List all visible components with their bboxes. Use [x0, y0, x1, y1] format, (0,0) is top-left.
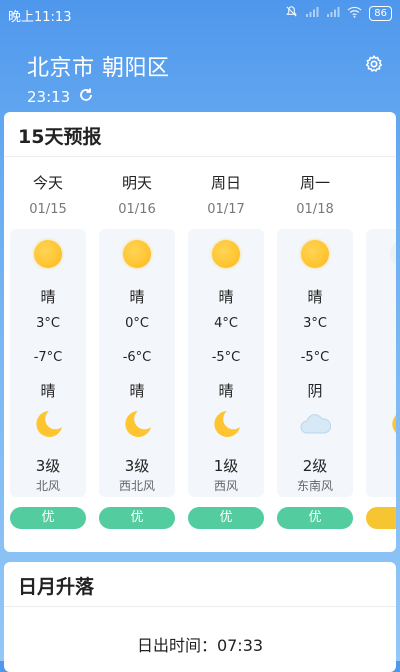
- aqi-badge: 优: [277, 507, 353, 529]
- sun-moon-title: 日月升落: [18, 576, 95, 598]
- night-condition: 晴: [218, 382, 234, 400]
- day-date: 01/18: [296, 202, 334, 217]
- forecast-day[interactable]: 周日 01/17 晴 4°C -5°C 晴 1级 西风 优: [188, 158, 264, 552]
- low-temp: -: [366, 350, 396, 365]
- high-temp: -: [366, 316, 396, 331]
- day-condition: 晴: [218, 288, 234, 306]
- wind-direction: 东: [366, 477, 396, 494]
- day-name: 今天: [32, 174, 63, 192]
- status-bar: 晚上11:13 86: [0, 0, 400, 26]
- day-panel: 晴 0°C -6°C 晴 3级 西北风: [99, 229, 175, 497]
- low-temp: -6°C: [122, 350, 152, 365]
- wind-level: 2级: [302, 457, 328, 475]
- location-title[interactable]: 北京市 朝阳区: [27, 50, 170, 82]
- high-temp: 3°C: [303, 316, 327, 331]
- high-temp: 0°C: [125, 316, 149, 331]
- status-icons: 86: [285, 5, 392, 21]
- divider: [4, 606, 396, 607]
- wind-level: 3级: [35, 457, 61, 475]
- forecast-day[interactable]: 周 01 - - 1 东: [366, 158, 396, 552]
- settings-gear-icon[interactable]: [364, 54, 384, 74]
- sun-moon-card: 日月升落 日出时间：07:33: [4, 562, 396, 672]
- day-date: 01/17: [207, 202, 245, 217]
- forecast-card: 15天预报 今天 01/15 晴 3°C -7°C 晴 3级 北风 优 明天 0…: [4, 112, 396, 552]
- day-date: 01: [366, 202, 397, 217]
- moon-icon: [121, 409, 153, 439]
- low-temp: -5°C: [211, 350, 241, 365]
- cloud-icon: [299, 409, 332, 439]
- night-condition: 晴: [129, 382, 145, 400]
- aqi-badge: 优: [99, 507, 175, 529]
- day-condition: 晴: [40, 288, 56, 306]
- wind-level: 1级: [213, 457, 239, 475]
- status-time: 晚上11:13: [8, 10, 72, 25]
- sun-icon: [301, 240, 329, 268]
- forecast-title: 15天预报: [18, 126, 102, 148]
- forecast-day[interactable]: 今天 01/15 晴 3°C -7°C 晴 3级 北风 优: [10, 158, 86, 552]
- forecast-day[interactable]: 明天 01/16 晴 0°C -6°C 晴 3级 西北风 优: [99, 158, 175, 552]
- signal-icon: [326, 6, 340, 21]
- update-time: 23:13: [27, 88, 71, 106]
- day-condition: 晴: [307, 288, 323, 306]
- night-condition: 晴: [40, 382, 56, 400]
- wind-level: 1: [366, 455, 396, 473]
- aqi-badge: 优: [10, 507, 86, 529]
- day-date: 01/16: [118, 202, 156, 217]
- low-temp: -7°C: [33, 350, 63, 365]
- day-name: 周一: [299, 174, 330, 192]
- wind-direction: 东南风: [296, 479, 333, 493]
- aqi-badge: [366, 507, 396, 529]
- wind-direction: 西风: [213, 479, 238, 493]
- day-panel: 晴 4°C -5°C 晴 1级 西风: [188, 229, 264, 497]
- wifi-icon: [347, 6, 362, 21]
- wind-level: 3级: [124, 457, 150, 475]
- moon-icon: [32, 409, 64, 439]
- day-name: 周: [366, 172, 396, 193]
- sun-icon: [34, 240, 62, 268]
- day-panel: - - 1 东: [366, 229, 396, 497]
- day-condition: 晴: [129, 288, 145, 306]
- battery-indicator: 86: [369, 5, 392, 21]
- wind-direction: 西北风: [118, 479, 155, 493]
- divider: [4, 156, 396, 157]
- moon-icon: [388, 409, 396, 439]
- forecast-day[interactable]: 周一 01/18 晴 3°C -5°C 阴 2级 东南风 优: [277, 158, 353, 552]
- day-name: 周日: [210, 174, 241, 192]
- sunrise-time: 日出时间：07:33: [136, 636, 264, 655]
- sun-icon: [390, 240, 396, 268]
- day-name: 明天: [121, 174, 152, 192]
- wind-direction: 北风: [35, 479, 60, 493]
- mute-icon: [285, 5, 298, 21]
- update-time-row: 23:13: [27, 87, 94, 107]
- day-panel: 晴 3°C -7°C 晴 3级 北风: [10, 229, 86, 497]
- low-temp: -5°C: [300, 350, 330, 365]
- aqi-badge: 优: [188, 507, 264, 529]
- forecast-days-scroller[interactable]: 今天 01/15 晴 3°C -7°C 晴 3级 北风 优 明天 01/16 晴: [4, 158, 396, 552]
- refresh-icon[interactable]: [78, 87, 94, 107]
- sun-icon: [212, 240, 240, 268]
- day-panel: 晴 3°C -5°C 阴 2级 东南风: [277, 229, 353, 497]
- high-temp: 4°C: [214, 316, 238, 331]
- signal-icon: [305, 6, 319, 21]
- night-condition: 阴: [307, 382, 323, 400]
- day-date: 01/15: [29, 202, 67, 217]
- high-temp: 3°C: [36, 316, 60, 331]
- sun-icon: [123, 240, 151, 268]
- moon-icon: [210, 409, 242, 439]
